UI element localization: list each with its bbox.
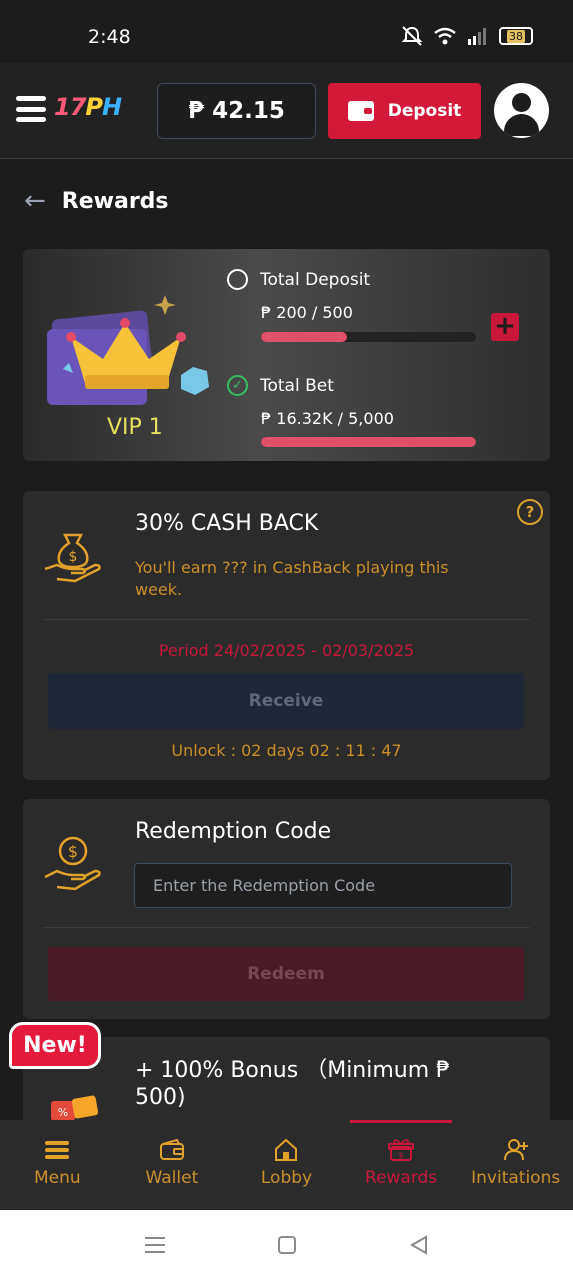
battery-icon: 38 xyxy=(499,27,533,45)
total-deposit-row: Total Deposit xyxy=(227,269,370,290)
page-header: ← Rewards xyxy=(24,188,169,214)
hamburger-menu-icon[interactable] xyxy=(16,96,46,122)
tab-label: Rewards xyxy=(364,1168,438,1188)
total-deposit-progress xyxy=(261,332,476,342)
status-icons: 38 xyxy=(401,26,533,46)
coupon-icon: % xyxy=(51,1095,99,1121)
svg-text:%: % xyxy=(58,1106,68,1119)
redeem-button[interactable]: Redeem xyxy=(48,947,524,1001)
signal-icon xyxy=(468,28,486,45)
vip-card: VIP 1 Total Deposit ₱ 200 / 500 + ✓ Tota… xyxy=(23,249,550,461)
avatar[interactable] xyxy=(494,83,549,138)
vip-level: VIP 1 xyxy=(107,415,163,440)
coin-hand-icon: $ xyxy=(44,836,101,891)
logo-part: H xyxy=(102,93,122,121)
logo-part: 17 xyxy=(54,93,86,121)
total-bet-progress xyxy=(261,437,476,447)
add-deposit-button[interactable]: + xyxy=(491,313,519,341)
vip-crown-icon xyxy=(47,295,209,405)
recent-apps-icon[interactable] xyxy=(144,1234,166,1256)
receive-button[interactable]: Receive xyxy=(48,673,524,729)
wallet-icon xyxy=(159,1138,185,1162)
page-title: Rewards xyxy=(61,188,169,214)
new-badge: New! xyxy=(9,1022,101,1069)
divider xyxy=(43,927,530,928)
bonus-card[interactable]: % + 100% Bonus （Minimum ₱ 500) xyxy=(23,1037,550,1127)
svg-text:$: $ xyxy=(69,549,78,565)
cashback-title: 30% CASH BACK xyxy=(135,511,319,536)
tab-lobby[interactable]: Lobby xyxy=(229,1120,344,1210)
balance-display[interactable]: ₱ 42.15 xyxy=(157,83,316,139)
tab-menu[interactable]: Menu xyxy=(0,1120,115,1210)
back-nav-icon[interactable] xyxy=(408,1234,430,1256)
total-bet-row: ✓ Total Bet xyxy=(227,375,334,396)
redemption-card: $ Redemption Code Redeem xyxy=(23,799,550,1019)
menu-icon xyxy=(44,1138,70,1162)
status-bar: 2:48 38 xyxy=(0,0,573,63)
tab-label: Invitations xyxy=(471,1168,561,1188)
total-deposit-label: Total Deposit xyxy=(260,269,371,290)
tab-label: Menu xyxy=(33,1168,81,1188)
unlock-countdown: Unlock : 02 days 02 : 11 : 47 xyxy=(171,741,402,760)
svg-text:$: $ xyxy=(399,1151,404,1160)
bottom-tab-bar: Menu Wallet Lobby $ Rewards Invitations xyxy=(0,1120,573,1210)
home-nav-icon[interactable] xyxy=(276,1234,298,1256)
home-icon xyxy=(273,1138,299,1162)
mute-icon xyxy=(401,26,423,46)
wallet-icon xyxy=(347,101,374,121)
app-logo[interactable]: 17PH xyxy=(54,93,122,121)
total-bet-label: Total Bet xyxy=(260,375,334,396)
incomplete-circle-icon xyxy=(227,269,248,290)
wifi-icon xyxy=(434,27,456,45)
help-icon[interactable]: ? xyxy=(517,499,543,525)
cashback-description: You'll earn ??? in CashBack playing this… xyxy=(135,558,449,599)
tab-wallet[interactable]: Wallet xyxy=(115,1120,230,1210)
gift-icon: $ xyxy=(388,1138,415,1162)
divider xyxy=(43,619,530,620)
status-time: 2:48 xyxy=(88,26,131,48)
top-bar: 17PH ₱ 42.15 Deposit xyxy=(0,63,573,159)
cashback-period: Period 24/02/2025 - 02/03/2025 xyxy=(158,641,415,660)
system-nav-bar xyxy=(0,1210,573,1280)
add-user-icon xyxy=(503,1138,529,1162)
tab-invitations[interactable]: Invitations xyxy=(458,1120,573,1210)
battery-level: 38 xyxy=(507,29,525,43)
redemption-title: Redemption Code xyxy=(135,819,332,844)
tab-label: Wallet xyxy=(145,1168,199,1188)
money-bag-hand-icon: $ xyxy=(44,533,101,583)
total-bet-value: ₱ 16.32K / 5,000 xyxy=(261,409,394,428)
tab-rewards[interactable]: $ Rewards xyxy=(344,1120,459,1210)
logo-part: P xyxy=(85,93,103,121)
tab-label: Lobby xyxy=(260,1168,313,1188)
back-arrow-icon[interactable]: ← xyxy=(24,188,46,214)
bonus-title: + 100% Bonus （Minimum ₱ 500) xyxy=(135,1058,451,1110)
deposit-label: Deposit xyxy=(387,101,462,121)
total-deposit-value: ₱ 200 / 500 xyxy=(261,303,353,322)
redemption-code-input[interactable] xyxy=(134,863,512,908)
svg-text:$: $ xyxy=(68,842,78,861)
cashback-card: ? $ 30% CASH BACK You'll earn ??? in Cas… xyxy=(23,491,550,780)
check-circle-icon: ✓ xyxy=(227,375,248,396)
deposit-button[interactable]: Deposit xyxy=(328,83,481,139)
